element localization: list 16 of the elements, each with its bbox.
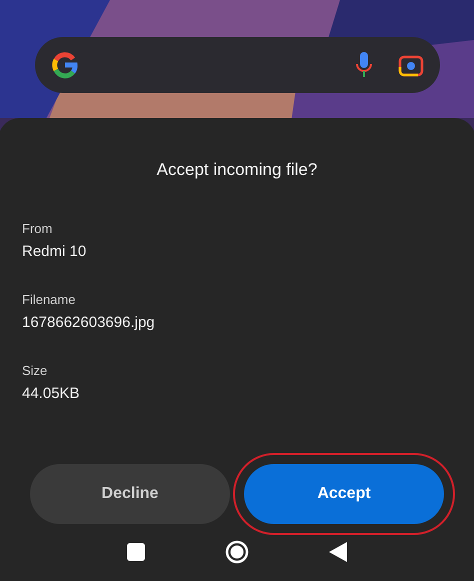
- microphone-icon[interactable]: [354, 51, 374, 79]
- field-label: From: [22, 220, 54, 238]
- back-icon[interactable]: [329, 542, 347, 562]
- circle-icon[interactable]: [225, 540, 249, 564]
- field-label: Filename: [22, 290, 76, 308]
- field-label: Size: [22, 362, 48, 380]
- decline-button[interactable]: Decline: [30, 464, 230, 524]
- square-icon[interactable]: [127, 543, 145, 562]
- field-value: 44.05KB: [22, 384, 81, 404]
- camera-icon[interactable]: [398, 53, 424, 77]
- field-value: 1678662603696.jpg: [22, 313, 156, 333]
- search-bar[interactable]: [35, 37, 440, 93]
- field-value: Redmi 10: [22, 242, 88, 262]
- google-g-icon: [51, 51, 79, 79]
- accept-button[interactable]: Accept: [244, 464, 444, 524]
- dialog-title: Accept incoming file?: [156, 159, 318, 181]
